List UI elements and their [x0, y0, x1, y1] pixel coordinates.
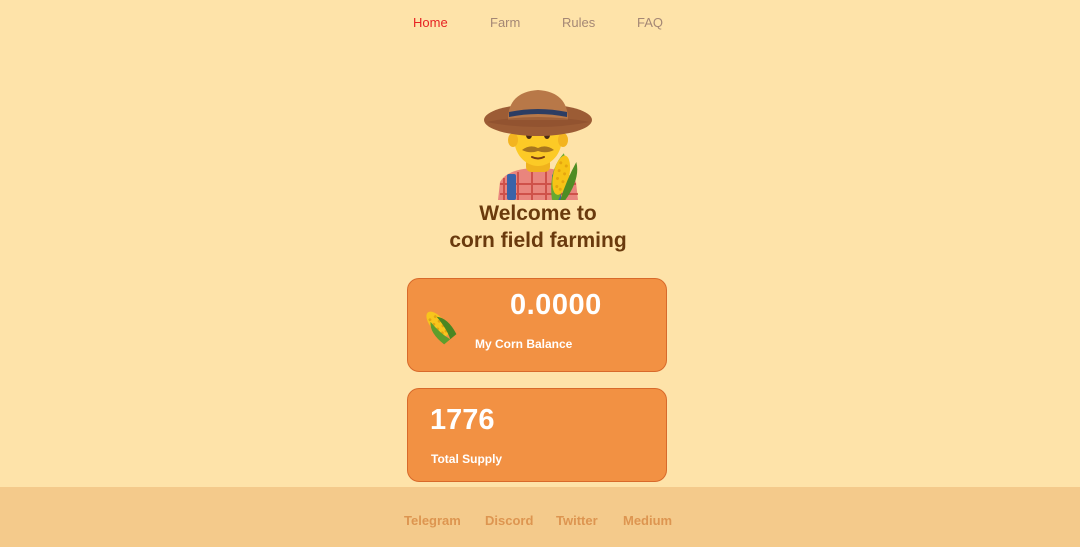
farmer-with-corn-icon	[478, 86, 600, 203]
corn-balance-label: My Corn Balance	[475, 337, 573, 351]
footer-link-telegram[interactable]: Telegram	[404, 513, 461, 528]
welcome-line-2: corn field farming	[449, 229, 627, 252]
total-supply-label: Total Supply	[431, 452, 503, 466]
nav-rules[interactable]: Rules	[562, 15, 595, 30]
total-supply-card: 1776 Total Supply	[407, 388, 667, 482]
welcome-line-1: Welcome to	[479, 202, 597, 225]
footer-link-twitter[interactable]: Twitter	[556, 513, 598, 528]
nav-faq[interactable]: FAQ	[637, 15, 663, 30]
corn-icon	[422, 307, 458, 347]
top-nav: Home Farm Rules FAQ	[0, 0, 1080, 46]
footer-link-discord[interactable]: Discord	[485, 513, 533, 528]
nav-home[interactable]: Home	[413, 15, 448, 30]
footer-link-medium[interactable]: Medium	[623, 513, 672, 528]
corn-balance-value: 0.0000	[510, 289, 602, 321]
total-supply-value: 1776	[430, 404, 495, 436]
footer: Telegram Discord Twitter Medium	[0, 487, 1080, 547]
corn-balance-card: 0.0000 My Corn Balance	[407, 278, 667, 372]
welcome-heading: Welcome to corn field farming	[380, 200, 696, 254]
nav-farm[interactable]: Farm	[490, 15, 520, 30]
